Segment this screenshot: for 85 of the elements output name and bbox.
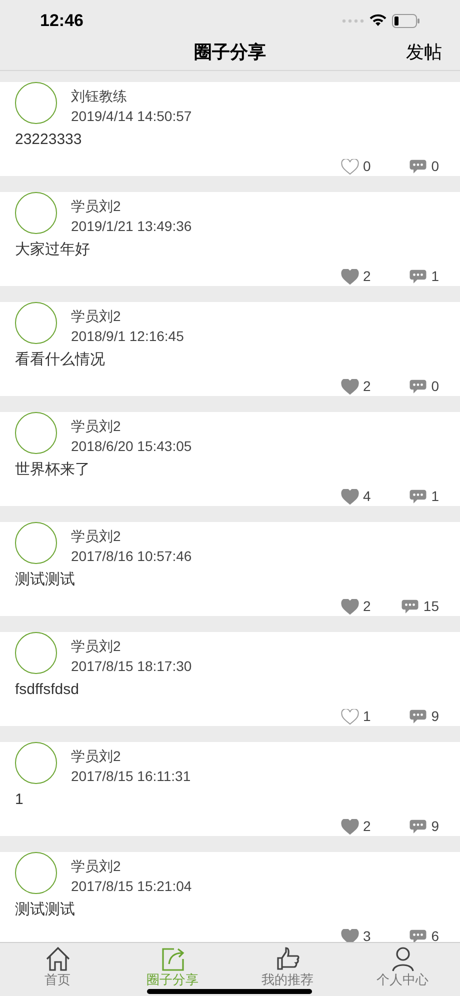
post-card[interactable]: 学员刘2 2017/8/15 15:21:04 测试测试 3 6 [0, 852, 460, 942]
post-card[interactable]: 学员刘2 2018/6/20 15:43:05 世界杯来了 4 1 [0, 412, 460, 506]
tab-item[interactable]: 首页 [0, 943, 115, 996]
author-name: 学员刘2 [71, 747, 122, 766]
like-count: 2 [363, 817, 371, 836]
avatar [15, 522, 57, 564]
post-card[interactable]: 学员刘2 2019/1/21 13:49:36 大家过年好 2 1 [0, 192, 460, 286]
post-card[interactable]: 刘钰教练 2019/4/14 14:50:57 23223333 0 0 [0, 82, 460, 176]
post-time: 2017/8/16 10:57:46 [71, 547, 192, 566]
heart-icon[interactable] [341, 708, 359, 724]
author-name: 学员刘2 [71, 857, 122, 876]
heart-icon[interactable] [341, 268, 359, 284]
avatar [15, 302, 57, 344]
avatar [15, 742, 57, 784]
post-time: 2019/1/21 13:49:36 [71, 217, 192, 236]
like-count: 2 [363, 267, 371, 286]
heart-icon[interactable] [341, 378, 359, 394]
tab-item[interactable]: 个人中心 [345, 943, 460, 996]
comment-count: 6 [431, 927, 439, 942]
post-time: 2017/8/15 16:11:31 [71, 767, 191, 786]
like-count: 4 [363, 487, 371, 506]
author-name: 刘钰教练 [71, 87, 128, 106]
post-content: 大家过年好 [15, 241, 91, 259]
author-name: 学员刘2 [71, 417, 122, 436]
comment-icon[interactable] [409, 378, 428, 394]
comment-count: 0 [431, 157, 439, 176]
comment-count: 0 [431, 377, 439, 396]
post-card[interactable]: 学员刘2 2018/9/1 12:16:45 看看什么情况 2 0 [0, 302, 460, 396]
home-icon [44, 946, 70, 972]
post-card[interactable]: 学员刘2 2017/8/16 10:57:46 测试测试 2 15 [0, 522, 460, 616]
signal-icon [342, 18, 364, 22]
comment-count: 1 [431, 267, 439, 286]
avatar [15, 192, 57, 234]
like-count: 2 [363, 377, 371, 396]
post-content: 测试测试 [15, 901, 76, 919]
comment-count: 15 [423, 597, 439, 616]
comment-count: 1 [431, 487, 439, 506]
heart-icon[interactable] [341, 488, 359, 504]
post-content: 1 [15, 791, 24, 809]
post-card[interactable]: 学员刘2 2017/8/15 18:17:30 fsdffsfdsd 1 9 [0, 632, 460, 726]
battery-icon [392, 14, 420, 28]
post-content: 测试测试 [15, 571, 76, 589]
post-content: 看看什么情况 [15, 351, 106, 369]
comment-icon[interactable] [409, 158, 428, 174]
status-time: 12:46 [40, 10, 84, 32]
thumbs-up-icon [274, 946, 300, 972]
post-content: 世界杯来了 [15, 461, 91, 479]
post-content: fsdffsfdsd [15, 681, 80, 699]
author-name: 学员刘2 [71, 527, 122, 546]
post-content: 23223333 [15, 131, 83, 149]
comment-count: 9 [431, 707, 439, 726]
post-time: 2018/6/20 15:43:05 [71, 437, 192, 456]
author-name: 学员刘2 [71, 197, 122, 216]
post-time: 2019/4/14 14:50:57 [71, 107, 192, 126]
post-card[interactable]: 学员刘2 2017/8/15 16:11:31 1 2 9 [0, 742, 460, 836]
post-time: 2017/8/15 18:17:30 [71, 657, 192, 676]
comment-icon[interactable] [409, 708, 428, 724]
avatar [15, 852, 57, 894]
avatar [15, 412, 57, 454]
avatar [15, 82, 57, 124]
comment-icon[interactable] [409, 818, 428, 834]
comment-icon[interactable] [401, 598, 420, 614]
wifi-icon [369, 14, 387, 27]
post-time: 2017/8/15 15:21:04 [71, 877, 192, 896]
heart-icon[interactable] [341, 598, 359, 614]
tab-item[interactable]: 我的推荐 [230, 943, 345, 996]
page-title: 圈子分享 [194, 41, 266, 64]
avatar [15, 632, 57, 674]
like-count: 3 [363, 927, 371, 942]
author-name: 学员刘2 [71, 637, 122, 656]
comment-icon[interactable] [409, 488, 428, 504]
like-count: 2 [363, 597, 371, 616]
comment-icon[interactable] [409, 268, 428, 284]
comment-icon[interactable] [409, 928, 428, 942]
post-button[interactable]: 发帖 [406, 39, 442, 66]
heart-icon[interactable] [341, 158, 359, 174]
author-name: 学员刘2 [71, 307, 122, 326]
person-icon [390, 946, 416, 972]
comment-count: 9 [431, 817, 439, 836]
share-icon [160, 946, 186, 972]
heart-icon[interactable] [341, 818, 359, 834]
like-count: 1 [363, 707, 371, 726]
like-count: 0 [363, 157, 371, 176]
heart-icon[interactable] [341, 928, 359, 942]
post-time: 2018/9/1 12:16:45 [71, 327, 184, 346]
